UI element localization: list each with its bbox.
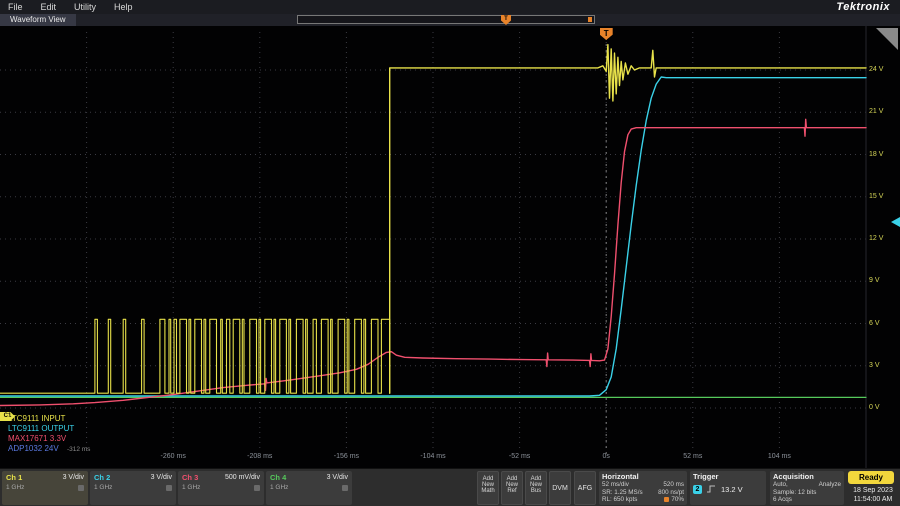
waveform-legend: LTC9111 INPUT LTC9111 OUTPUT MAX17671 3.…	[8, 414, 90, 455]
waveform-display-area[interactable]: 24 V21 V18 V15 V12 V9 V6 V3 V0 V-260 ms-…	[0, 26, 900, 468]
horizontal-pan-scrollbar[interactable]: T	[297, 15, 595, 24]
bottom-settings-bar: Ch 1 3 V/div 1 GHz Ch 2 3 V/div 1 GHz Ch…	[0, 468, 900, 506]
trigger-source-badge: 2	[693, 485, 702, 494]
tab-waveform-view[interactable]: Waveform View	[0, 14, 76, 26]
menu-file[interactable]: File	[8, 2, 23, 12]
channel-scale: 500 mV/div	[225, 474, 260, 481]
probe-icon	[342, 485, 348, 491]
horizontal-position: 70%	[671, 496, 684, 504]
channel-bandwidth: 1 GHz	[182, 484, 200, 491]
menu-help[interactable]: Help	[114, 2, 133, 12]
trace-Ch1[interactable]	[390, 45, 866, 394]
trigger-panel[interactable]: Trigger 2 13.2 V	[690, 471, 766, 505]
position-readout: -312 ms	[67, 446, 90, 453]
date-label: 18 Sep 2023	[848, 486, 898, 495]
horizontal-window: 520 ms	[663, 481, 684, 489]
acquisition-panel[interactable]: Acquisition Auto, Analyze Sample: 12 bit…	[770, 471, 844, 505]
status-zone: Ready 18 Sep 2023 11:54:00 AM	[848, 471, 898, 504]
horizontal-title: Horizontal	[599, 471, 687, 481]
channel-scale: 3 V/div	[327, 474, 348, 481]
scrollbar-right-handle[interactable]	[588, 17, 592, 22]
legend-ch1-label: LTC9111 INPUT	[8, 414, 90, 424]
waveform-plot[interactable]	[0, 26, 900, 468]
channel-badge-ch1[interactable]: Ch 1 3 V/div 1 GHz	[2, 471, 88, 505]
channel-label: Ch 3	[182, 473, 198, 482]
trace-Ch2[interactable]	[0, 77, 866, 396]
channel-badge-ch2[interactable]: Ch 2 3 V/div 1 GHz	[90, 471, 176, 505]
probe-icon	[166, 485, 172, 491]
oscilloscope-screen: { "menu": {"items": ["File", "Edit", "Ut…	[0, 0, 900, 506]
acquisition-title: Acquisition	[770, 471, 844, 481]
channel-scale: 3 V/div	[151, 474, 172, 481]
legend-ch4-label: ADP1032 24V	[8, 444, 59, 453]
channel-bandwidth: 1 GHz	[94, 484, 112, 491]
trigger-title: Trigger	[690, 471, 766, 481]
acquisition-sample: Sample: 12 bits	[773, 489, 816, 497]
channel-bandwidth: 1 GHz	[6, 484, 24, 491]
zoom-corner-handle-icon[interactable]	[876, 28, 898, 50]
acquisition-analyze: Analyze	[819, 481, 841, 489]
add-new-bus-button[interactable]: Add New Bus	[525, 471, 547, 505]
trace-Ch1[interactable]	[0, 319, 390, 393]
horizontal-record-length: RL: 650 kpts	[602, 496, 637, 504]
menu-bar: File Edit Utility Help Tektronix	[0, 0, 900, 14]
ready-status-badge: Ready	[848, 471, 894, 484]
trigger-level-arrow-icon[interactable]	[891, 217, 900, 227]
view-tab-bar: Waveform View T	[0, 14, 900, 26]
channel-badge-ch4[interactable]: Ch 4 3 V/div 1 GHz	[266, 471, 352, 505]
channel-badge-ch3[interactable]: Ch 3 500 mV/div 1 GHz	[178, 471, 264, 505]
legend-ch3-label: MAX17671 3.3V	[8, 434, 90, 444]
add-new-math-button[interactable]: Add New Math	[477, 471, 499, 505]
add-new-ref-button[interactable]: Add New Ref	[501, 471, 523, 505]
dvm-button[interactable]: DVM	[549, 471, 571, 505]
tektronix-logo: Tektronix	[836, 1, 890, 13]
rising-edge-icon	[706, 484, 717, 494]
channel-bandwidth: 1 GHz	[270, 484, 288, 491]
channel-scale: 3 V/div	[63, 474, 84, 481]
probe-icon	[254, 485, 260, 491]
channel-label: Ch 2	[94, 473, 110, 482]
horizontal-scale: 52 ms/div	[602, 481, 629, 489]
time-label: 11:54:00 AM	[848, 495, 898, 504]
scrollbar-trigger-marker-icon[interactable]: T	[501, 15, 511, 25]
menu-utility[interactable]: Utility	[74, 2, 96, 12]
trigger-level-value: 13.2 V	[721, 485, 743, 494]
horizontal-sample-rate: SR: 1.25 MS/s	[602, 489, 643, 497]
legend-ch2-label: LTC9111 OUTPUT	[8, 424, 90, 434]
afg-button[interactable]: AFG	[574, 471, 596, 505]
menu-edit[interactable]: Edit	[41, 2, 57, 12]
probe-icon	[78, 485, 84, 491]
channel-label: Ch 4	[270, 473, 286, 482]
channel-label: Ch 1	[6, 473, 22, 482]
acquisition-mode: Auto,	[773, 481, 788, 489]
trigger-position-icon	[664, 497, 669, 502]
acquisition-count: 6 Acqs	[773, 496, 792, 504]
horizontal-panel[interactable]: Horizontal 52 ms/div 520 ms SR: 1.25 MS/…	[599, 471, 687, 505]
horizontal-resolution: 800 ns/pt	[658, 489, 684, 497]
